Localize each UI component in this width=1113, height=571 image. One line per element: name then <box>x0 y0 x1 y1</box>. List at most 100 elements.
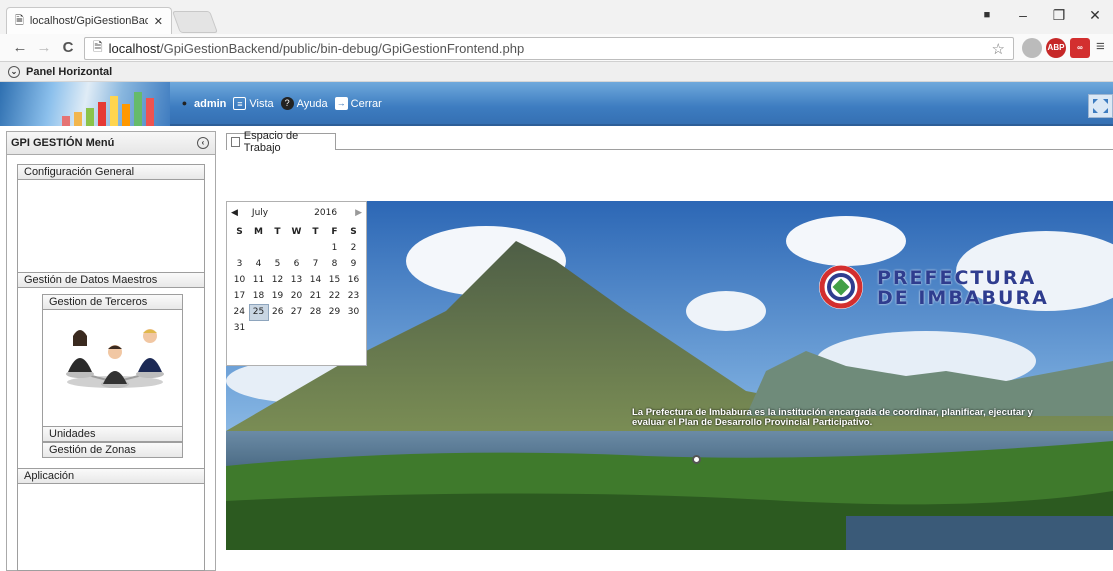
calendar-day[interactable]: 15 <box>325 272 344 288</box>
calendar-empty-cell <box>287 320 306 336</box>
calendar-day[interactable]: 22 <box>325 288 344 304</box>
calendar-day[interactable]: 6 <box>287 256 306 272</box>
prefectura-logo <box>818 264 864 310</box>
calendar-day[interactable]: 28 <box>306 304 325 320</box>
calendar-day[interactable]: 10 <box>230 272 249 288</box>
main-menu: ● admin ≡ Vista ? Ayuda → Cerrar <box>178 97 386 110</box>
calendar-day[interactable]: 25 <box>248 303 269 321</box>
help-menu[interactable]: ? Ayuda <box>280 97 328 110</box>
panel-title: Panel Horizontal <box>26 65 113 78</box>
calendar-empty-cell <box>268 320 287 336</box>
calendar-empty-cell <box>306 240 325 256</box>
weekday-header: M <box>254 227 263 237</box>
calendar-day[interactable]: 14 <box>306 272 325 288</box>
collapse-sidebar-icon[interactable]: ‹ <box>197 137 209 149</box>
calendar-day[interactable]: 29 <box>325 304 344 320</box>
profile-icon[interactable]: ■ <box>969 0 1005 30</box>
section-configuracion-general[interactable]: Configuración General <box>17 164 205 180</box>
calendar-month: July <box>251 208 269 218</box>
sidebar-header: GPI GESTIÓN Menú ‹ <box>6 131 216 155</box>
prev-month-icon[interactable]: ◀ <box>231 208 238 218</box>
weekday-header: T <box>274 227 281 237</box>
logout-menu[interactable]: → Cerrar <box>334 97 382 110</box>
brand-line-1: PREFECTURA <box>877 267 1037 289</box>
third-parties-icon[interactable] <box>60 318 170 393</box>
minimize-icon[interactable]: – <box>1005 0 1041 30</box>
calendar-week-row: 24 25 26 27 28 29 30 <box>230 303 363 321</box>
calendar-empty-cell <box>325 320 344 336</box>
url-host: localhost <box>108 41 160 56</box>
user-menu[interactable]: ● admin <box>178 97 227 110</box>
calendar-week-row: 12 <box>230 240 363 256</box>
calendar-day[interactable]: 17 <box>230 288 249 304</box>
browser-tab[interactable]: 🗎 localhost/GpiGestionBacke ✕ <box>6 7 172 34</box>
calendar-day[interactable]: 9 <box>344 256 363 272</box>
calendar-day[interactable]: 5 <box>268 256 287 272</box>
extension-icon[interactable] <box>1022 38 1042 58</box>
browser-tab-title: localhost/GpiGestionBacke <box>29 15 148 27</box>
calendar-day[interactable]: 20 <box>287 288 306 304</box>
calendar-widget[interactable]: ◀ July 2016 ▶ SMTWTFS 1 2 3 4 5 6 7 8 9 10 11 12 13 1… <box>226 201 367 366</box>
calendar-empty-cell <box>268 240 287 256</box>
help-label: Ayuda <box>296 97 328 110</box>
calendar-day[interactable]: 30 <box>344 304 363 320</box>
next-month-icon[interactable]: ▶ <box>355 208 362 218</box>
logout-icon: → <box>334 97 348 110</box>
calendar-day[interactable]: 31 <box>230 320 249 336</box>
calendar-day[interactable]: 2 <box>344 240 363 256</box>
view-menu[interactable]: ≡ Vista <box>233 97 274 110</box>
calendar-empty-cell <box>344 320 363 336</box>
calendar-day[interactable]: 4 <box>249 256 268 272</box>
calendar-day[interactable]: 13 <box>287 272 306 288</box>
address-bar[interactable]: 🗎 localhost/GpiGestionBackend/public/bin… <box>84 37 1014 60</box>
calendar-day[interactable]: 23 <box>344 288 363 304</box>
weekday-header: T <box>312 227 319 237</box>
panel-header[interactable]: ⌄ Panel Horizontal <box>0 62 1113 82</box>
calendar-day[interactable]: 19 <box>268 288 287 304</box>
close-tab-icon[interactable]: ✕ <box>154 15 163 28</box>
pdf-extension-icon[interactable]: ∞ <box>1070 38 1090 58</box>
menu-icon[interactable]: ≡ <box>1096 38 1105 55</box>
section-gestion-datos-maestros[interactable]: Gestión de Datos Maestros <box>17 272 205 288</box>
adblock-icon[interactable]: ABP <box>1046 38 1066 58</box>
calendar-day[interactable]: 3 <box>230 256 249 272</box>
sidebar-item-unidades[interactable]: Unidades <box>42 426 183 442</box>
calendar-empty-cell <box>306 320 325 336</box>
sidebar-item-gestion-zonas[interactable]: Gestión de Zonas <box>42 442 183 458</box>
calendar-day[interactable]: 12 <box>268 272 287 288</box>
close-window-icon[interactable]: ✕ <box>1077 0 1113 30</box>
back-icon[interactable]: ← <box>10 38 30 58</box>
bookmark-star-icon[interactable]: ☆ <box>992 40 1005 58</box>
reload-icon[interactable]: C <box>58 38 78 58</box>
users-icon: ● <box>181 98 188 108</box>
calendar-week-row: 10 11 12 13 14 15 16 <box>230 272 363 288</box>
sidebar-title: GPI GESTIÓN Menú <box>11 137 115 149</box>
calendar-day[interactable]: 24 <box>230 304 249 320</box>
tab-espacio-trabajo[interactable]: Espacio de Trabajo <box>226 130 336 154</box>
maximize-icon[interactable]: ❐ <box>1041 0 1077 30</box>
calendar-day[interactable]: 8 <box>325 256 344 272</box>
section-aplicacion[interactable]: Aplicación <box>17 468 205 484</box>
list-icon: ≡ <box>233 97 247 110</box>
calendar-day[interactable]: 1 <box>325 240 344 256</box>
calendar-week-row: 31 <box>230 320 363 336</box>
calendar-grid: SMTWTFS 1 2 3 4 5 6 7 8 9 10 11 12 13 14 15 16 17 18 19 20 2… <box>230 224 364 336</box>
calendar-day[interactable]: 21 <box>306 288 325 304</box>
forward-icon[interactable]: → <box>34 38 54 58</box>
calendar-day[interactable]: 18 <box>249 288 268 304</box>
brand-line-2: DE IMBABURA <box>877 287 1049 309</box>
help-icon: ? <box>280 97 294 110</box>
tab-underline <box>226 149 1113 150</box>
calendar-day[interactable]: 7 <box>306 256 325 272</box>
calendar-day[interactable]: 16 <box>344 272 363 288</box>
fullscreen-icon[interactable] <box>1088 94 1113 118</box>
app-logo <box>0 82 170 126</box>
document-icon <box>231 137 240 147</box>
sidebar-item-gestion-terceros[interactable]: Gestion de Terceros <box>42 294 183 310</box>
collapse-icon[interactable]: ⌄ <box>8 65 20 78</box>
calendar-day[interactable]: 26 <box>268 304 287 320</box>
calendar-day[interactable]: 11 <box>249 272 268 288</box>
calendar-week-row: 3456789 <box>230 256 363 272</box>
new-tab-button[interactable] <box>171 11 219 33</box>
calendar-day[interactable]: 27 <box>287 304 306 320</box>
